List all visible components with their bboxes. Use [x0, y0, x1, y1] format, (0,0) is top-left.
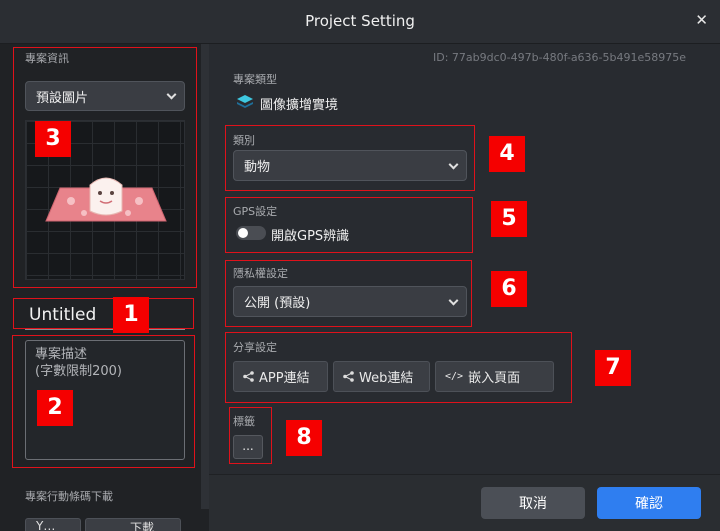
gps-setting-label: GPS設定 [233, 205, 278, 218]
chevron-down-icon [166, 89, 177, 100]
project-type-value: 圖像擴增實境 [260, 98, 339, 113]
badge-5: 5 [491, 201, 527, 237]
tags-label: 標籤 [233, 415, 255, 428]
app-link-label: APP連結 [259, 371, 310, 386]
chevron-down-icon [448, 159, 459, 170]
share-setting-label: 分享設定 [233, 341, 277, 354]
confirm-button[interactable]: 確認 [597, 487, 701, 519]
cancel-button[interactable]: 取消 [481, 487, 585, 519]
privacy-select-value: 公開 (預設) [244, 296, 311, 311]
web-link-button[interactable]: Web連結 [333, 361, 430, 392]
privacy-select[interactable]: 公開 (預設) [233, 286, 467, 317]
preview-image-select-value: 預設圖片 [36, 90, 89, 106]
ar-layers-icon [236, 94, 254, 114]
gps-toggle-knob [238, 228, 248, 238]
qr-format-select[interactable]: Y… [25, 518, 81, 531]
category-label: 類別 [233, 134, 255, 147]
category-select-value: 動物 [244, 160, 271, 175]
gps-toggle[interactable] [236, 226, 266, 240]
dialog-title: Project Setting [305, 12, 415, 30]
badge-2: 2 [37, 390, 73, 426]
share-icon [343, 371, 354, 382]
badge-1: 1 [113, 297, 149, 333]
title-bar: Project Setting ✕ [0, 0, 720, 44]
badge-3: 3 [35, 121, 71, 157]
gps-toggle-label: 開啟GPS辨識 [271, 229, 350, 244]
embed-page-label: 嵌入頁面 [468, 371, 521, 386]
qr-download-label: 專案行動條碼下載 [25, 490, 113, 503]
badge-6: 6 [491, 271, 527, 307]
left-scrollbar[interactable] [201, 44, 209, 509]
preview-image-select[interactable]: 預設圖片 [25, 81, 185, 111]
app-link-button[interactable]: APP連結 [233, 361, 328, 392]
project-name-input[interactable]: Untitled [29, 305, 96, 325]
code-icon: </> [445, 371, 464, 382]
tags-add-button[interactable]: ... [233, 435, 263, 459]
project-name-underline [25, 329, 185, 330]
badge-8: 8 [286, 420, 322, 456]
share-icon [243, 371, 254, 382]
project-info-label: 專案資訊 [25, 52, 69, 65]
badge-7: 7 [595, 350, 631, 386]
privacy-setting-label: 隱私權設定 [233, 267, 288, 280]
embed-page-button[interactable]: </> 嵌入頁面 [435, 361, 554, 392]
close-icon[interactable]: ✕ [695, 11, 708, 29]
qr-download-button[interactable]: 下載 [85, 518, 181, 531]
web-link-label: Web連結 [359, 371, 414, 386]
chevron-down-icon [448, 295, 459, 306]
project-type-label: 專案類型 [233, 73, 277, 86]
badge-4: 4 [489, 136, 525, 172]
category-select[interactable]: 動物 [233, 150, 467, 181]
project-id: ID: 77ab9dc0-497b-480f-a636-5b491e58975e [433, 51, 687, 64]
